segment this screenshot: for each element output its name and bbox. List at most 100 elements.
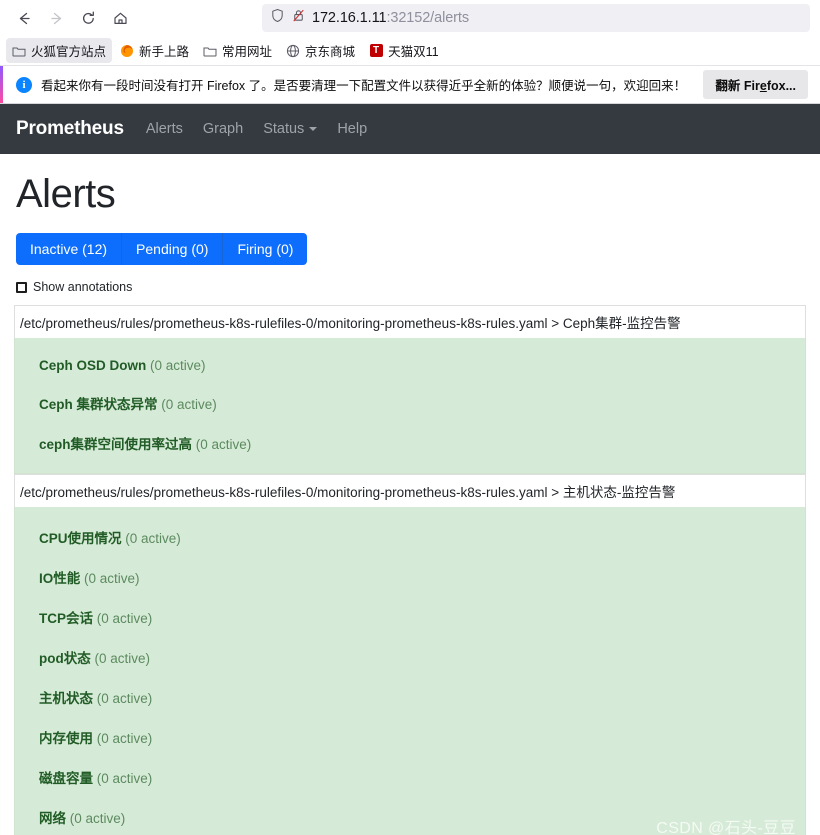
bookmark-label: 新手上路 <box>139 45 190 59</box>
alert-state-filter-group: Inactive (12) Pending (0) Firing (0) <box>16 233 806 265</box>
alert-name[interactable]: IO性能 <box>39 571 80 586</box>
bookmark-label: 火狐官方站点 <box>31 45 107 59</box>
nav-link-label: Alerts <box>145 121 183 137</box>
alert-name[interactable]: 网络 <box>39 811 66 826</box>
alert-active-count: (0 active) <box>96 771 153 786</box>
address-bar[interactable]: 172.16.1.11:32152/alerts <box>262 4 810 32</box>
refresh-firefox-button[interactable]: 翻新 Firefox... <box>703 70 808 99</box>
url-path: :32152/alerts <box>386 10 469 26</box>
filter-pending-button[interactable]: Pending (0) <box>122 233 224 265</box>
alert-name[interactable]: Ceph 集群状态异常 <box>39 397 158 412</box>
alert-group: /etc/prometheus/rules/prometheus-k8s-rul… <box>14 305 806 474</box>
nav-link-status[interactable]: Status <box>263 121 318 137</box>
alert-active-count: (0 active) <box>96 611 153 626</box>
nav-link-label: Help <box>337 121 368 137</box>
alert-item[interactable]: 主机状态 (0 active) <box>15 677 805 717</box>
alert-item[interactable]: Ceph OSD Down (0 active) <box>15 348 805 383</box>
alert-name[interactable]: ceph集群空间使用率过高 <box>39 437 192 452</box>
prometheus-nav-links: Alerts Graph Status Help <box>146 121 367 137</box>
alert-name[interactable]: 磁盘容量 <box>39 771 93 786</box>
alert-group-body: Ceph OSD Down (0 active) Ceph 集群状态异常 (0 … <box>14 338 806 474</box>
alert-active-count: (0 active) <box>161 397 217 412</box>
forward-button[interactable] <box>40 3 72 33</box>
firefox-refresh-notification: i 看起来你有一段时间没有打开 Firefox 了。是否要清理一下配置文件以获得… <box>0 66 820 104</box>
alert-name[interactable]: Ceph OSD Down <box>39 358 146 373</box>
alert-name[interactable]: 主机状态 <box>39 691 93 706</box>
alert-name[interactable]: 内存使用 <box>39 731 93 746</box>
globe-icon <box>286 44 300 58</box>
prometheus-brand[interactable]: Prometheus <box>16 118 124 140</box>
filter-inactive-button[interactable]: Inactive (12) <box>16 233 123 265</box>
nav-link-graph[interactable]: Graph <box>203 121 243 137</box>
reload-button[interactable] <box>72 3 104 33</box>
alert-active-count: (0 active) <box>69 811 126 826</box>
folder-icon <box>203 44 217 58</box>
alert-item[interactable]: TCP会话 (0 active) <box>15 597 805 637</box>
refresh-button-prefix: 翻新 Fir <box>715 79 760 93</box>
alert-active-count: (0 active) <box>125 531 181 546</box>
prometheus-app: Prometheus Alerts Graph Status Help Aler… <box>0 104 820 835</box>
show-annotations-checkbox[interactable] <box>16 281 27 293</box>
bookmark-item-tmall[interactable]: T 天猫双11 <box>363 38 444 63</box>
folder-icon <box>12 44 26 58</box>
alert-item[interactable]: Ceph 集群状态异常 (0 active) <box>15 383 805 423</box>
show-annotations-toggle[interactable]: Show annotations <box>16 280 806 294</box>
url-host: 172.16.1.11 <box>312 10 387 26</box>
alert-active-count: (0 active) <box>150 358 206 373</box>
alert-name[interactable]: pod状态 <box>39 651 91 666</box>
browser-toolbar: 172.16.1.11:32152/alerts <box>0 0 820 36</box>
bookmark-item-common-sites[interactable]: 常用网址 <box>197 38 278 63</box>
nav-link-label: Status <box>263 121 305 137</box>
bookmark-label: 京东商城 <box>305 45 356 59</box>
page-title: Alerts <box>16 172 116 216</box>
forward-arrow-icon <box>50 12 61 24</box>
home-icon <box>113 12 127 24</box>
alert-group-path: /etc/prometheus/rules/prometheus-k8s-rul… <box>14 474 806 507</box>
alert-active-count: (0 active) <box>195 437 252 452</box>
firefox-icon <box>120 44 134 58</box>
filter-firing-button[interactable]: Firing (0) <box>223 233 308 265</box>
show-annotations-label: Show annotations <box>33 280 133 294</box>
bookmark-item-firefox-official[interactable]: 火狐官方站点 <box>6 38 113 63</box>
alert-active-count: (0 active) <box>94 651 151 666</box>
alert-group-body: CPU使用情况 (0 active) IO性能 (0 active) TCP会话… <box>14 507 806 835</box>
notification-message: 看起来你有一段时间没有打开 Firefox 了。是否要清理一下配置文件以获得近乎… <box>41 79 687 93</box>
back-arrow-icon <box>19 12 30 24</box>
alert-item[interactable]: IO性能 (0 active) <box>15 557 805 597</box>
alert-item[interactable]: pod状态 (0 active) <box>15 637 805 677</box>
nav-link-label: Graph <box>202 121 244 137</box>
tmall-icon: T <box>369 44 383 58</box>
alert-active-count: (0 active) <box>96 731 153 746</box>
bookmark-label: 天猫双11 <box>388 45 439 59</box>
nav-link-help[interactable]: Help <box>337 121 367 137</box>
info-icon: i <box>16 76 32 93</box>
alert-active-count: (0 active) <box>96 691 153 706</box>
alert-name[interactable]: CPU使用情况 <box>39 531 122 546</box>
alert-group: /etc/prometheus/rules/prometheus-k8s-rul… <box>14 474 806 835</box>
refresh-button-accesskey: e <box>759 79 767 93</box>
alert-group-path: /etc/prometheus/rules/prometheus-k8s-rul… <box>14 305 806 338</box>
reload-icon <box>82 11 94 24</box>
shield-icon[interactable] <box>270 8 285 28</box>
nav-link-alerts[interactable]: Alerts <box>146 121 183 137</box>
alert-item[interactable]: ceph集群空间使用率过高 (0 active) <box>15 423 805 463</box>
url-text[interactable]: 172.16.1.11:32152/alerts <box>312 10 469 26</box>
refresh-button-suffix: fox... <box>766 79 796 93</box>
alert-item[interactable]: 磁盘容量 (0 active) <box>15 757 805 797</box>
bookmarks-bar: 火狐官方站点 新手上路 常用网址 京东商城 T 天猫双11 <box>0 36 820 66</box>
alert-item[interactable]: 内存使用 (0 active) <box>15 717 805 757</box>
bookmark-label: 常用网址 <box>222 45 273 59</box>
bookmark-item-jd[interactable]: 京东商城 <box>280 38 361 63</box>
back-button[interactable] <box>8 3 40 33</box>
alert-item[interactable]: CPU使用情况 (0 active) <box>15 517 805 557</box>
alerts-page: Alerts Inactive (12) Pending (0) Firing … <box>0 172 820 835</box>
alert-name[interactable]: TCP会话 <box>39 611 93 626</box>
bookmark-item-beginner-guide[interactable]: 新手上路 <box>114 38 195 63</box>
prometheus-navbar: Prometheus Alerts Graph Status Help <box>0 104 820 154</box>
home-button[interactable] <box>104 3 136 33</box>
lock-crossed-icon[interactable] <box>291 8 306 28</box>
notification-accent-bar <box>0 66 3 103</box>
alert-item[interactable]: 网络 (0 active) <box>15 797 805 835</box>
alert-active-count: (0 active) <box>84 571 140 586</box>
chevron-down-icon <box>309 127 318 131</box>
